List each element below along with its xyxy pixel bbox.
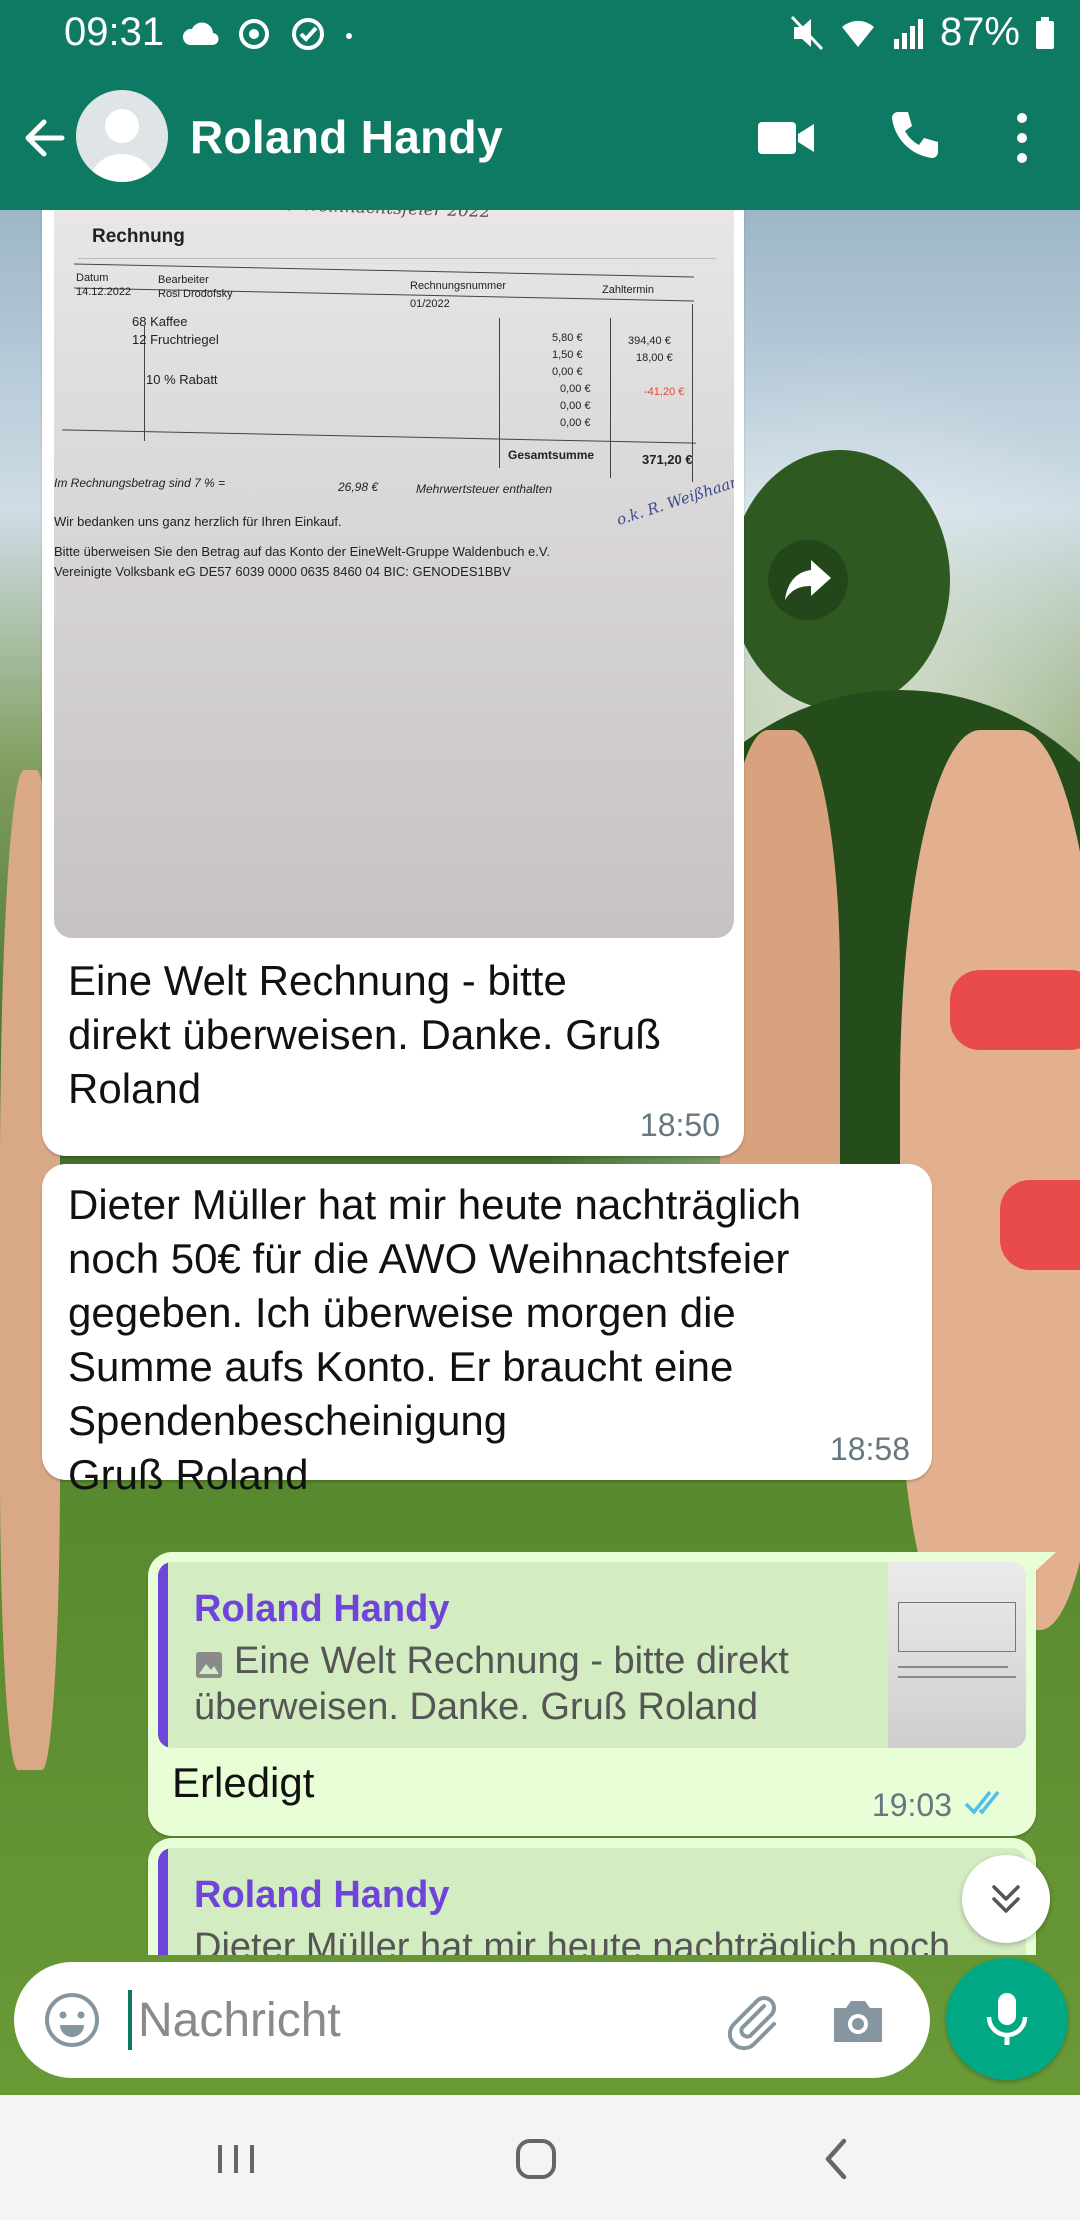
quote-text: Eine Welt Rechnung - bitte direkt überwe… xyxy=(194,1640,789,1728)
invoice-handwritten-title: AWO Weihnachtsfeier 2022 xyxy=(254,210,491,222)
quote-accent-bar xyxy=(158,1562,168,1748)
status-time: 09:31 xyxy=(64,10,165,54)
system-icons: 87% xyxy=(790,10,1056,55)
quoted-message[interactable]: Roland Handy Eine Welt Rechnung - bitte … xyxy=(158,1562,1026,1748)
invoice-total: 394,40 € xyxy=(628,335,671,347)
contact-name[interactable]: Roland Handy xyxy=(190,110,503,164)
cloud-icon xyxy=(182,22,219,46)
video-call-icon[interactable] xyxy=(756,110,816,166)
invoice-photo[interactable]: AWO Weihnachtsfeier 2022 Rechnung Datum … xyxy=(54,210,734,938)
quote-thumbnail xyxy=(888,1562,1026,1748)
recents-icon[interactable] xyxy=(206,2129,266,2189)
wifi-icon xyxy=(841,20,874,47)
signal-icon xyxy=(893,18,923,49)
invoice-price: 0,00 € xyxy=(560,383,591,395)
more-vert-icon[interactable] xyxy=(1000,106,1044,170)
invoice-gesamt-value: 371,20 € xyxy=(642,452,693,467)
invoice-bank: Vereinigte Volksbank eG DE57 6039 0000 0… xyxy=(54,564,511,579)
chevron-double-down-icon xyxy=(992,1885,1020,1913)
avatar[interactable] xyxy=(76,90,168,182)
home-icon[interactable] xyxy=(506,2129,566,2189)
invoice-total: 18,00 € xyxy=(636,352,673,364)
invoice-bearbeiter: Rosi Drodofsky xyxy=(158,288,233,300)
invoice-table-border xyxy=(610,318,611,478)
double-check-icon xyxy=(964,1790,1000,1815)
invoice-heading: Rechnung xyxy=(92,226,185,247)
phone-icon[interactable] xyxy=(884,106,944,166)
text-message[interactable]: Dieter Müller hat mir heute nachträglich… xyxy=(42,1164,932,1498)
invoice-gesamt-label: Gesamtsumme xyxy=(508,448,595,462)
invoice-total-rabatt: -41,20 € xyxy=(644,386,685,398)
message-time: 18:58 xyxy=(829,1431,910,1467)
quote-text: Dieter Müller hat mir heute nachträglich… xyxy=(194,1926,951,1955)
message-composer xyxy=(14,1962,930,2078)
emoji-icon[interactable] xyxy=(40,1988,104,2052)
voice-message-button[interactable] xyxy=(946,1958,1068,2080)
back-icon[interactable] xyxy=(808,2129,868,2189)
forward-icon xyxy=(785,560,831,600)
battery-percent: 87% xyxy=(939,10,1020,54)
invoice-table-border xyxy=(499,318,500,468)
message-text: Erledigt xyxy=(172,1759,315,1806)
chat-header: Roland Handy xyxy=(0,66,1080,210)
quote-sender: Roland Handy xyxy=(194,1588,450,1630)
invoice-col-bearbeiter: Bearbeiter xyxy=(158,274,209,286)
invoice-signature: o.k. R. Weißhaar xyxy=(614,473,734,529)
notification-icons xyxy=(180,14,356,54)
battery-icon xyxy=(1036,16,1054,49)
bubble-tail xyxy=(1030,1552,1056,1576)
mic-icon xyxy=(986,1993,1028,2045)
invoice-item: 68 Kaffee xyxy=(132,314,188,329)
mute-icon xyxy=(790,15,824,50)
invoice-tax-note: Mehrwertsteuer enthalten xyxy=(416,482,553,496)
invoice-item: 12 Fruchtriegel xyxy=(132,332,219,347)
status-bar: 09:31 87% xyxy=(0,0,1080,66)
message-text: Dieter Müller hat mir heute nachträglich… xyxy=(68,1181,801,1498)
sync-icon xyxy=(239,19,269,49)
invoice-price: 0,00 € xyxy=(552,366,583,378)
scroll-down-button[interactable] xyxy=(962,1855,1050,1943)
invoice-rule xyxy=(78,258,716,259)
attach-icon[interactable] xyxy=(720,1988,784,2052)
invoice-col-datum: Datum xyxy=(76,272,109,284)
quoted-message[interactable]: Roland Handy Dieter Müller hat mir heute… xyxy=(158,1848,1026,1955)
forward-button[interactable] xyxy=(768,540,848,620)
thumbnail-text xyxy=(898,1666,1008,1668)
invoice-tax-line: Im Rechnungsbetrag sind 7 % = xyxy=(54,476,226,490)
reply-message[interactable]: Roland Handy Dieter Müller hat mir heute… xyxy=(148,1838,1036,1955)
thumbnail-table xyxy=(898,1602,1016,1652)
quote-sender: Roland Handy xyxy=(194,1874,450,1916)
text-caret xyxy=(128,1990,132,2050)
system-navigation-bar xyxy=(0,2095,1080,2220)
image-message[interactable]: AWO Weihnachtsfeier 2022 Rechnung Datum … xyxy=(42,210,744,1156)
invoice-thanks: Wir bedanken uns ganz herzlich für Ihren… xyxy=(54,514,342,529)
back-arrow-icon[interactable] xyxy=(16,110,72,166)
invoice-tax-value: 26,98 € xyxy=(338,480,379,494)
camera-icon[interactable] xyxy=(826,1988,890,2052)
dot-icon xyxy=(346,33,352,39)
invoice-price: 0,00 € xyxy=(560,417,591,429)
invoice-col-zahltermin: Zahltermin xyxy=(602,284,654,296)
avatar-placeholder-icon xyxy=(90,109,154,182)
message-list[interactable]: AWO Weihnachtsfeier 2022 Rechnung Datum … xyxy=(0,210,1080,1955)
invoice-price: 0,00 € xyxy=(560,400,591,412)
message-input[interactable] xyxy=(138,1982,698,2058)
invoice-price: 1,50 € xyxy=(552,349,583,361)
reply-message[interactable]: Roland Handy Eine Welt Rechnung - bitte … xyxy=(148,1552,1056,1836)
image-caption: Eine Welt Rechnung - bitte direkt überwe… xyxy=(68,957,661,1112)
check-circle-icon xyxy=(292,18,324,50)
message-time: 18:50 xyxy=(639,1107,720,1143)
invoice-rechnungsnummer: 01/2022 xyxy=(410,298,450,310)
invoice-table-border xyxy=(62,429,696,444)
thumbnail-text xyxy=(898,1676,1016,1678)
invoice-item: 10 % Rabatt xyxy=(146,372,218,387)
invoice-price: 5,80 € xyxy=(552,332,583,344)
quote-accent-bar xyxy=(158,1848,168,1955)
invoice-col-rechnungsnummer: Rechnungsnummer xyxy=(410,280,506,292)
invoice-transfer: Bitte überweisen Sie den Betrag auf das … xyxy=(54,544,550,559)
message-time: 19:03 xyxy=(871,1787,952,1823)
invoice-datum: 14.12.2022 xyxy=(76,286,132,298)
